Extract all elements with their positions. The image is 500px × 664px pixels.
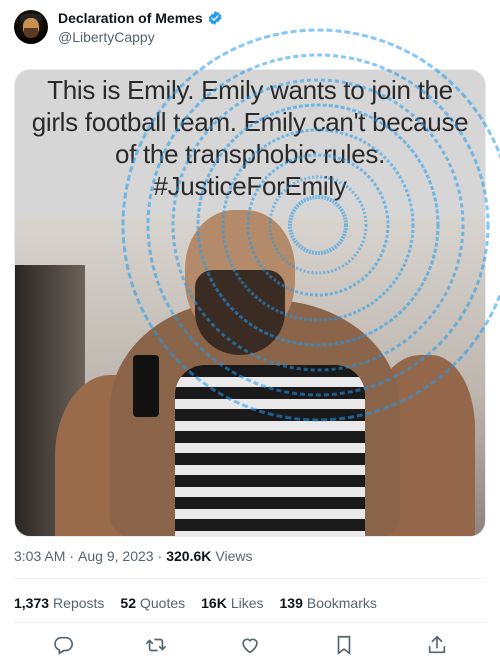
tweet-date[interactable]: Aug 9, 2023 [78,548,154,564]
display-name[interactable]: Declaration of Memes [58,10,203,26]
verified-badge-icon [207,10,223,26]
bookmarks-count: 139 [279,595,303,611]
reposts-label: Reposts [53,595,105,611]
quotes-count: 52 [120,595,136,611]
reposts-stat[interactable]: 1,373 Reposts [14,595,104,611]
quotes-stat[interactable]: 52 Quotes [120,595,185,611]
bookmarks-stat[interactable]: 139 Bookmarks [280,595,377,611]
reposts-count: 1,373 [14,595,50,611]
separator-dot: · [157,548,163,564]
user-handle[interactable]: @LibertyCappy [58,29,155,45]
avatar-beard [24,28,38,38]
photo-beard [195,270,285,355]
image-caption: This is Emily. Emily wants to join the g… [15,74,485,202]
image-caption-area: This is Emily. Emily wants to join the g… [15,70,485,215]
photo-striped-tank-top [175,365,365,536]
tweet-action-bar [14,628,486,660]
image-caption-line: of the transphobic rules. [115,139,385,169]
divider [14,578,486,579]
reply-icon[interactable] [52,634,74,656]
views-count: 320.6K [166,548,212,564]
share-icon[interactable] [426,634,448,656]
avatar[interactable] [14,10,48,44]
bookmarks-label: Bookmarks [306,595,377,611]
tweet-timestamp: 3:03 AM · Aug 9, 2023 · 320.6K Views [14,548,252,564]
name-row: Declaration of Memes [58,10,223,26]
engagement-stats: 1,373 Reposts 52 Quotes 16K Likes 139 Bookma… [14,595,377,611]
image-caption-line: girls football team. Emily can't because [31,107,469,137]
tweet-media-image[interactable]: This is Emily. Emily wants to join the g… [14,69,486,537]
like-icon[interactable] [239,634,261,656]
likes-label: Likes [230,595,264,611]
bookmark-icon[interactable] [333,634,355,656]
tweet-time[interactable]: 3:03 AM [14,548,65,564]
repost-icon[interactable] [145,634,167,656]
image-caption-hashtag: #JusticeForEmily [153,171,347,201]
separator-dot: · [69,548,75,564]
image-caption-line: This is Emily. Emily wants to join the [47,75,453,105]
likes-count: 16K [201,595,227,611]
meme-photo [15,210,485,536]
likes-stat[interactable]: 16K Likes [201,595,263,611]
quotes-label: Quotes [139,595,186,611]
views-label: Views [215,548,253,564]
photo-phone [133,355,159,417]
tweet-header: Declaration of Memes @LibertyCappy [14,10,486,50]
divider [14,622,486,623]
